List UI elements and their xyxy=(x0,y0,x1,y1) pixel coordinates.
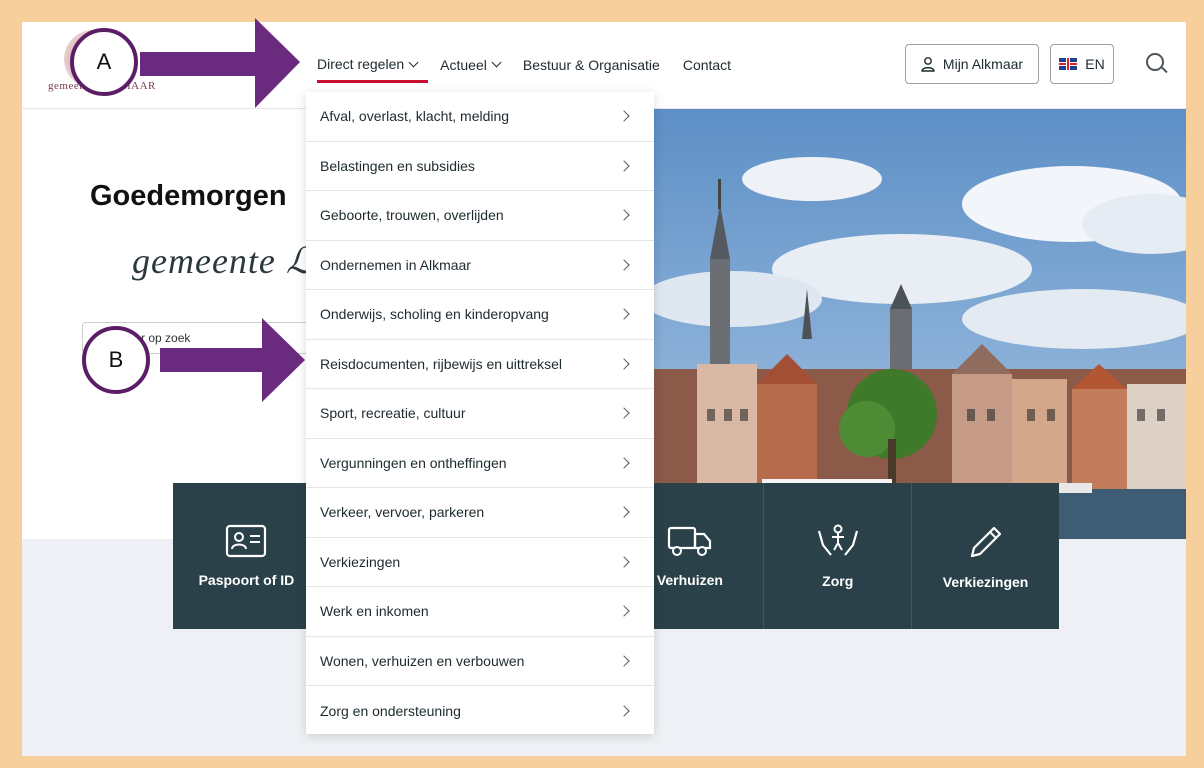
tile-label: Verhuizen xyxy=(656,572,723,588)
tile-label: Zorg xyxy=(822,573,854,589)
pencil-icon xyxy=(970,526,1001,558)
nav-bestuur-organisatie[interactable]: Bestuur & Organisatie xyxy=(523,52,671,83)
menu-item-sport[interactable]: Sport, recreatie, cultuur xyxy=(306,389,654,439)
menu-item-werk[interactable]: Werk en inkomen xyxy=(306,587,654,637)
menu-item-verkeer[interactable]: Verkeer, vervoer, parkeren xyxy=(306,488,654,538)
chevron-down-icon xyxy=(408,57,419,67)
mijn-alkmaar-label: Mijn Alkmaar xyxy=(942,56,1024,72)
city-skyline-illustration xyxy=(652,109,1186,539)
menu-item-geboorte[interactable]: Geboorte, trouwen, overlijden xyxy=(306,191,654,241)
tile-verkiezingen[interactable]: Verkiezingen xyxy=(912,483,1059,629)
id-card-icon xyxy=(226,524,267,558)
chevron-right-icon xyxy=(618,655,630,667)
chevron-right-icon xyxy=(618,457,630,469)
menu-item-reisdocumenten[interactable]: Reisdocumenten, rijbewijs en uittreksel xyxy=(306,340,654,389)
menu-item-onderwijs[interactable]: Onderwijs, scholing en kinderopvang xyxy=(306,290,654,340)
menu-item-label: Ondernemen in Alkmaar xyxy=(320,256,471,273)
menu-item-zorg[interactable]: Zorg en ondersteuning xyxy=(306,686,654,736)
nav-actueel[interactable]: Actueel xyxy=(440,52,511,83)
tile-zorg[interactable]: Zorg xyxy=(764,483,913,629)
chevron-down-icon xyxy=(491,57,502,68)
chevron-right-icon xyxy=(618,705,630,717)
menu-item-label: Verkeer, vervoer, parkeren xyxy=(320,504,485,521)
nav-label: Contact xyxy=(682,56,732,73)
menu-item-afval[interactable]: Afval, overlast, klacht, melding xyxy=(306,92,654,142)
menu-item-label: Vergunningen en ontheffingen xyxy=(320,454,507,471)
menu-item-label: Afval, overlast, klacht, melding xyxy=(320,108,510,125)
chevron-right-icon xyxy=(618,308,630,320)
callout-a: A xyxy=(70,28,138,96)
nav-direct-regelen[interactable]: Direct regelen xyxy=(317,52,429,83)
chevron-right-icon xyxy=(618,209,630,221)
chevron-right-icon xyxy=(618,160,630,172)
direct-regelen-dropdown: Afval, overlast, klacht, melding Belasti… xyxy=(306,92,654,734)
menu-item-label: Werk en inkomen xyxy=(320,603,429,620)
main-nav: Direct regelen Actueel Bestuur & Organis… xyxy=(317,52,754,83)
menu-item-label: Geboorte, trouwen, overlijden xyxy=(320,207,504,224)
page-frame: gemeente ALKMAAR Direct regelen Actueel … xyxy=(22,22,1186,756)
callout-b-label: B xyxy=(108,347,124,372)
tile-label: Verkiezingen xyxy=(942,574,1029,590)
hero-image-alkmaar-waterfront xyxy=(652,109,1186,539)
chevron-right-icon xyxy=(618,407,630,419)
tile-paspoort-of-id[interactable]: Paspoort of ID xyxy=(173,483,321,629)
menu-item-verkiezingen[interactable]: Verkiezingen xyxy=(306,538,654,587)
nav-contact[interactable]: Contact xyxy=(683,52,742,83)
nav-label: Direct regelen xyxy=(317,56,405,72)
callout-b: B xyxy=(82,326,150,394)
care-hands-icon xyxy=(817,524,858,556)
truck-icon xyxy=(667,526,711,556)
menu-item-label: Verkiezingen xyxy=(320,553,401,570)
menu-item-label: Sport, recreatie, cultuur xyxy=(320,405,466,422)
callout-a-label: A xyxy=(96,49,112,74)
language-label: EN xyxy=(1085,56,1105,72)
tile-label: Paspoort of ID xyxy=(198,572,295,588)
menu-item-label: Belastingen en subsidies xyxy=(320,157,475,174)
chevron-right-icon xyxy=(618,358,630,370)
greeting-heading: Goedemorgen xyxy=(90,180,287,212)
menu-item-wonen[interactable]: Wonen, verhuizen en verbouwen xyxy=(306,637,654,686)
chevron-right-icon xyxy=(618,556,630,568)
user-icon xyxy=(921,57,935,72)
chevron-right-icon xyxy=(618,605,630,617)
uk-flag-icon xyxy=(1059,58,1078,70)
nav-label: Actueel xyxy=(440,56,487,73)
menu-item-label: Onderwijs, scholing en kinderopvang xyxy=(320,306,549,323)
menu-item-label: Wonen, verhuizen en verbouwen xyxy=(320,652,525,669)
chevron-right-icon xyxy=(618,506,630,518)
language-button[interactable]: EN xyxy=(1050,44,1114,84)
menu-item-vergunningen[interactable]: Vergunningen en ontheffingen xyxy=(306,439,654,488)
chevron-right-icon xyxy=(618,259,630,271)
menu-item-label: Zorg en ondersteuning xyxy=(320,702,461,719)
search-icon[interactable] xyxy=(1146,53,1164,71)
chevron-right-icon xyxy=(618,110,630,122)
script-logo-text: gemeente ℒ xyxy=(132,241,313,281)
menu-item-label: Reisdocumenten, rijbewijs en uittreksel xyxy=(320,355,562,372)
nav-label: Bestuur & Organisatie xyxy=(522,56,660,73)
menu-item-belastingen[interactable]: Belastingen en subsidies xyxy=(306,142,654,191)
mijn-alkmaar-button[interactable]: Mijn Alkmaar xyxy=(905,44,1039,84)
menu-item-ondernemen[interactable]: Ondernemen in Alkmaar xyxy=(306,241,654,290)
